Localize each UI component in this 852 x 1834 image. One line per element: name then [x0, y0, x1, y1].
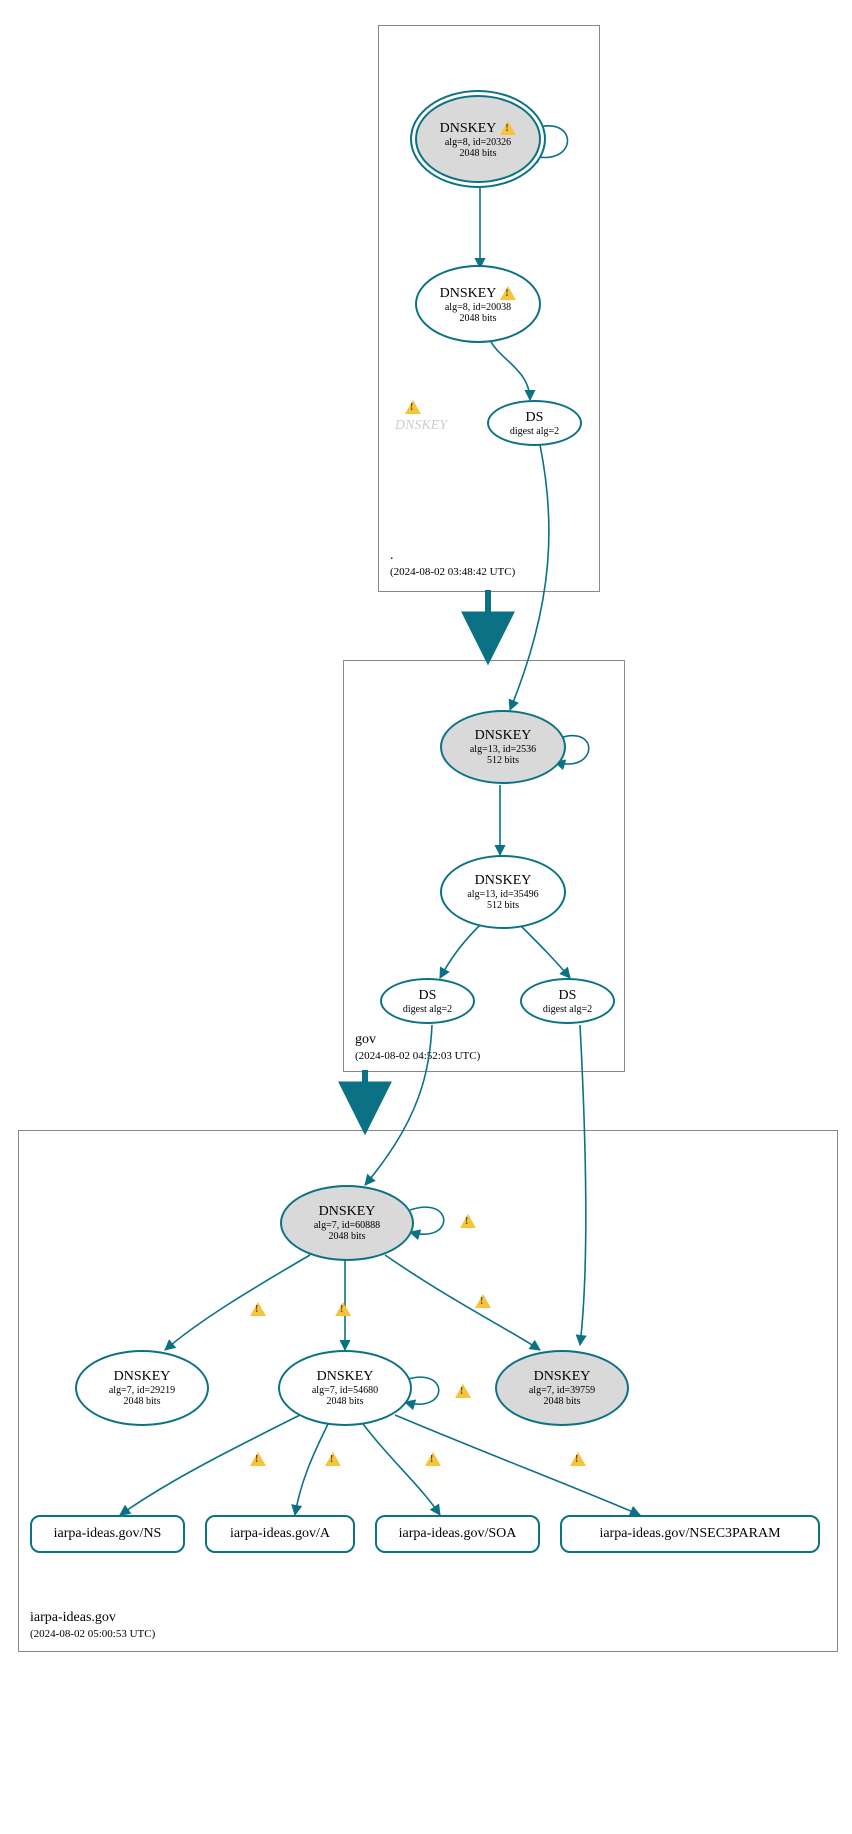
- warn-ksk-to-zsk: [335, 1300, 351, 1318]
- rrset-nsec3param[interactable]: iarpa-ideas.gov/NSEC3PARAM: [560, 1515, 820, 1553]
- node-title: iarpa-ideas.gov/SOA: [399, 1526, 517, 1542]
- node-sub2: 512 bits: [487, 755, 519, 766]
- gov-ds-2[interactable]: DS digest alg=2: [520, 978, 615, 1024]
- warn-ksk-to-k2: [250, 1300, 266, 1318]
- node-sub2: 2048 bits: [460, 313, 497, 324]
- node-sub1: alg=8, id=20326: [445, 137, 511, 148]
- node-sub1: digest alg=2: [403, 1004, 452, 1015]
- warning-icon: [500, 286, 516, 300]
- warn-zsk-to-a: [325, 1450, 341, 1468]
- zone-gov-ts: (2024-08-02 04:52:03 UTC): [355, 1050, 480, 1062]
- node-title: DNSKEY: [440, 121, 497, 136]
- node-sub1: alg=13, id=2536: [470, 744, 536, 755]
- zone-root-label: .: [390, 548, 394, 564]
- zone-gov-label: gov: [355, 1032, 376, 1048]
- node-sub1: digest alg=2: [510, 426, 559, 437]
- node-sub1: alg=7, id=29219: [109, 1385, 175, 1396]
- node-sub1: digest alg=2: [543, 1004, 592, 1015]
- node-title: DNSKEY: [475, 873, 532, 889]
- gov-zsk-dnskey[interactable]: DNSKEY alg=13, id=35496 512 bits: [440, 855, 566, 929]
- node-title: DNSKEY: [440, 286, 497, 301]
- node-title: DS: [559, 988, 577, 1004]
- rrset-soa[interactable]: iarpa-ideas.gov/SOA: [375, 1515, 540, 1553]
- node-sub1: alg=8, id=20038: [445, 302, 511, 313]
- rrset-ns[interactable]: iarpa-ideas.gov/NS: [30, 1515, 185, 1553]
- node-sub1: alg=7, id=39759: [529, 1385, 595, 1396]
- warn-ksk-self: [460, 1212, 476, 1230]
- node-sub2: 2048 bits: [327, 1396, 364, 1407]
- warn-zsk-to-ns: [250, 1450, 266, 1468]
- iarpa-zsk-dnskey[interactable]: DNSKEY alg=7, id=54680 2048 bits: [278, 1350, 412, 1426]
- node-sub2: 2048 bits: [329, 1231, 366, 1242]
- node-sub1: alg=7, id=60888: [314, 1220, 380, 1231]
- node-title: iarpa-ideas.gov/NS: [54, 1526, 162, 1542]
- gov-ksk-dnskey[interactable]: DNSKEY alg=13, id=2536 512 bits: [440, 710, 566, 784]
- root-ksk-dnskey[interactable]: DNSKEY alg=8, id=20326 2048 bits: [415, 95, 541, 183]
- iarpa-dnskey-29219[interactable]: DNSKEY alg=7, id=29219 2048 bits: [75, 1350, 209, 1426]
- node-title: DNSKEY: [534, 1369, 591, 1385]
- node-title: DS: [526, 410, 544, 426]
- node-sub2: 2048 bits: [544, 1396, 581, 1407]
- iarpa-dnskey-39759[interactable]: DNSKEY alg=7, id=39759 2048 bits: [495, 1350, 629, 1426]
- root-zsk-dnskey[interactable]: DNSKEY alg=8, id=20038 2048 bits: [415, 265, 541, 343]
- node-title: DNSKEY: [317, 1369, 374, 1385]
- node-sub1: alg=13, id=35496: [467, 889, 538, 900]
- warn-zsk-to-nsec3: [570, 1450, 586, 1468]
- warn-zsk-self: [455, 1382, 471, 1400]
- ghost-dnskey: DNSKEY: [395, 418, 447, 434]
- node-sub2: 512 bits: [487, 900, 519, 911]
- warn-zsk-to-soa: [425, 1450, 441, 1468]
- zone-root-ts: (2024-08-02 03:48:42 UTC): [390, 566, 515, 578]
- node-title: DNSKEY: [319, 1204, 376, 1220]
- zone-iarpa-ts: (2024-08-02 05:00:53 UTC): [30, 1628, 155, 1640]
- iarpa-ksk-dnskey[interactable]: DNSKEY alg=7, id=60888 2048 bits: [280, 1185, 414, 1261]
- gov-ds-1[interactable]: DS digest alg=2: [380, 978, 475, 1024]
- node-sub1: alg=7, id=54680: [312, 1385, 378, 1396]
- root-ds[interactable]: DS digest alg=2: [487, 400, 582, 446]
- node-title: iarpa-ideas.gov/NSEC3PARAM: [599, 1526, 780, 1542]
- node-title: DNSKEY: [114, 1369, 171, 1385]
- node-title: DNSKEY: [475, 728, 532, 744]
- node-title: DS: [419, 988, 437, 1004]
- rrset-a[interactable]: iarpa-ideas.gov/A: [205, 1515, 355, 1553]
- node-title: iarpa-ideas.gov/A: [230, 1526, 330, 1542]
- zone-iarpa-label: iarpa-ideas.gov: [30, 1610, 116, 1626]
- warning-icon: [500, 121, 516, 135]
- ghost-warning-icon: [405, 398, 421, 416]
- node-sub2: 2048 bits: [460, 148, 497, 159]
- node-sub2: 2048 bits: [124, 1396, 161, 1407]
- warn-ksk-to-k4: [475, 1292, 491, 1310]
